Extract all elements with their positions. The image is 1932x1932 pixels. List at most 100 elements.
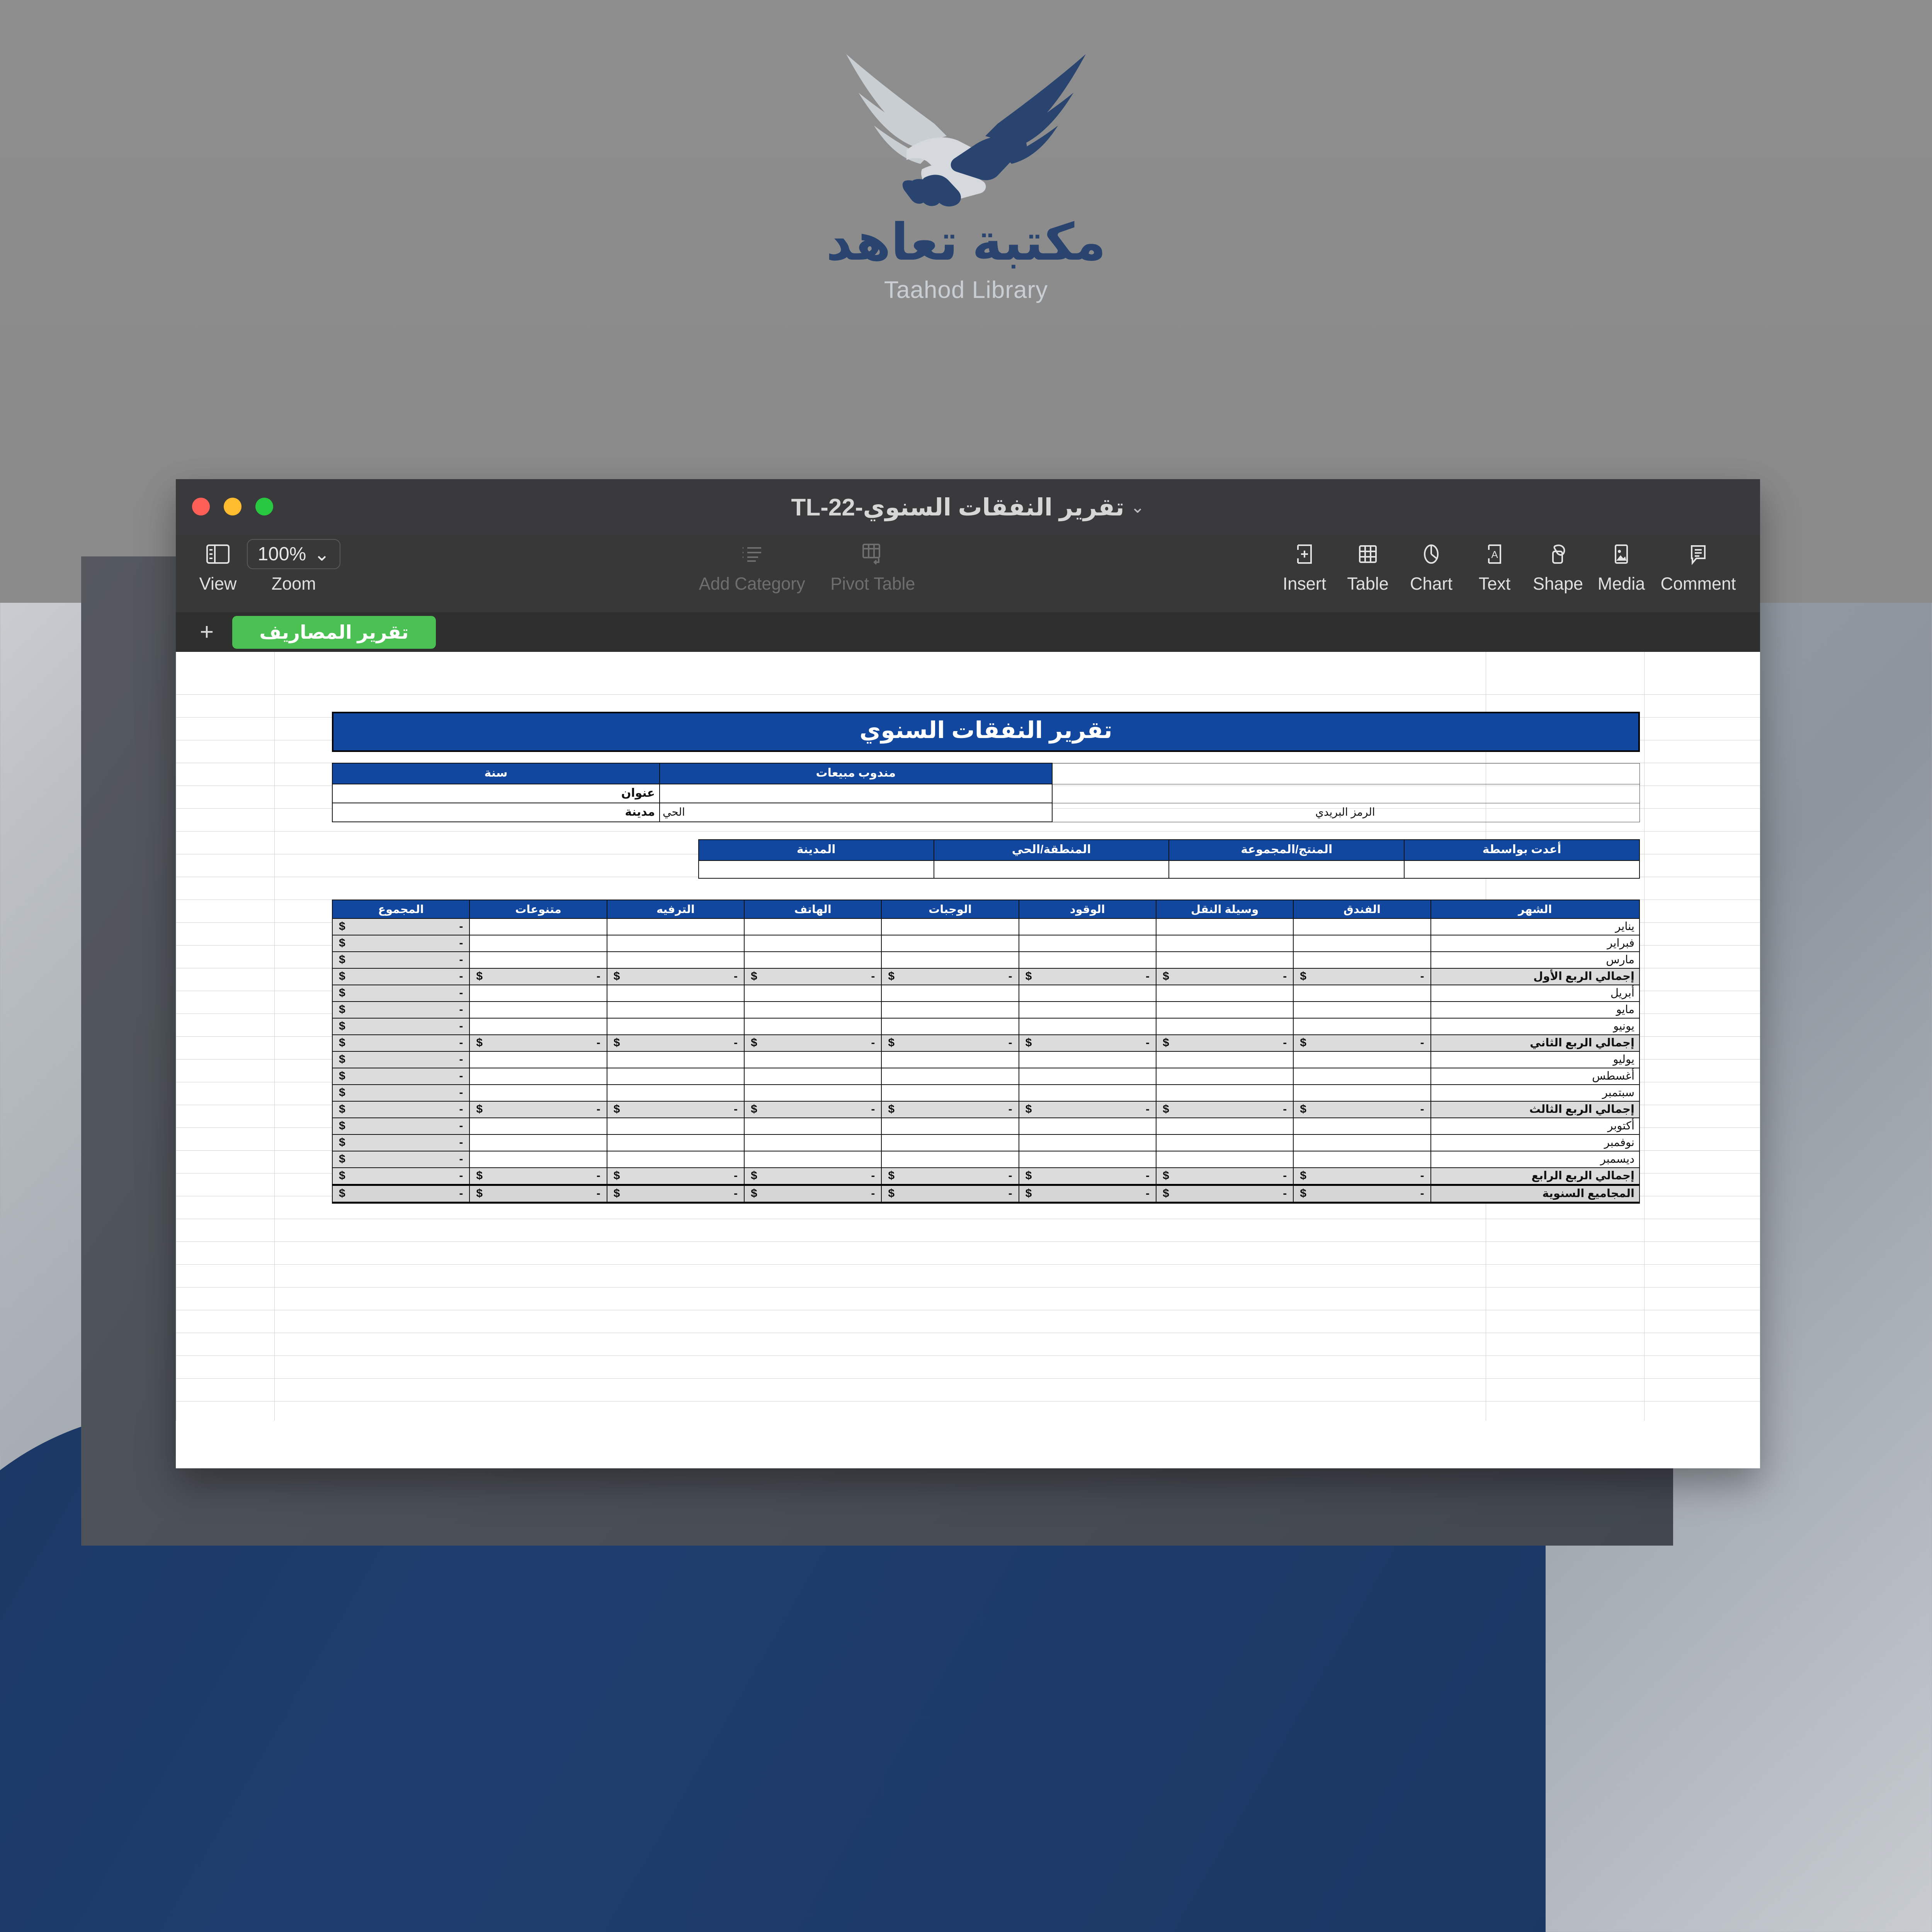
expense-cell[interactable]: $ - <box>1293 1167 1431 1185</box>
table-row[interactable]: فبراير $ - <box>332 935 1640 952</box>
row-total-cell[interactable]: $ - <box>332 985 470 1002</box>
expense-cell[interactable] <box>469 951 607 969</box>
row-label-cell[interactable]: إجمالي الربع الثاني <box>1430 1034 1640 1052</box>
expense-cell[interactable] <box>606 951 745 969</box>
toolbar-text-button[interactable]: A Text <box>1466 535 1524 594</box>
table-row[interactable]: إجمالي الربع الثاني $ - $ - $ - $ - $ - $ - $ - $ - <box>332 1034 1640 1052</box>
expense-cell[interactable] <box>469 1018 607 1035</box>
table-row[interactable] <box>698 860 1640 879</box>
expense-cell[interactable] <box>744 985 882 1002</box>
expense-cell[interactable] <box>1155 1151 1294 1168</box>
expense-cell[interactable] <box>1155 951 1294 969</box>
expense-cell[interactable] <box>469 918 607 935</box>
expense-cell[interactable] <box>881 935 1019 952</box>
expense-cell[interactable]: $ - <box>1293 968 1431 985</box>
row-total-cell[interactable]: $ - <box>332 968 470 985</box>
expense-cell[interactable] <box>606 1051 745 1068</box>
expense-cell[interactable] <box>744 1018 882 1035</box>
expense-cell[interactable] <box>744 1084 882 1102</box>
report-meta-table[interactable]: مندوب مبيعات سنة عنوان الرمز البريدي الح… <box>332 763 1640 822</box>
toolbar-chart-button[interactable]: Chart <box>1402 535 1460 594</box>
expense-cell[interactable] <box>606 1068 745 1085</box>
minimize-button[interactable] <box>224 498 242 515</box>
expense-cell[interactable] <box>1155 1051 1294 1068</box>
row-label-cell[interactable]: يناير <box>1430 918 1640 935</box>
expense-cell[interactable]: $ - <box>744 1034 882 1052</box>
expense-cell[interactable]: $ - <box>469 1167 607 1185</box>
row-total-cell[interactable]: $ - <box>332 1084 470 1102</box>
row-label-cell[interactable]: إجمالي الربع الأول <box>1430 968 1640 985</box>
table-row[interactable]: يونيو $ - <box>332 1018 1640 1035</box>
expense-cell[interactable] <box>881 1051 1019 1068</box>
expense-cell[interactable] <box>744 1151 882 1168</box>
row-total-cell[interactable]: $ - <box>332 1134 470 1151</box>
add-sheet-button[interactable]: + <box>191 620 222 644</box>
expense-cell[interactable] <box>469 1117 607 1135</box>
expense-cell[interactable] <box>1155 1018 1294 1035</box>
toolbar-add-category-button[interactable]: Add Category <box>699 535 805 594</box>
row-label-cell[interactable]: أكتوبر <box>1430 1117 1640 1135</box>
row-total-cell[interactable]: $ - <box>332 1101 470 1118</box>
expense-cell[interactable] <box>1293 1068 1431 1085</box>
expense-cell[interactable] <box>881 1151 1019 1168</box>
expense-cell[interactable] <box>469 1051 607 1068</box>
expense-cell[interactable] <box>1293 1151 1431 1168</box>
expense-cell[interactable]: $ - <box>881 1034 1019 1052</box>
row-label-cell[interactable]: أبريل <box>1430 985 1640 1002</box>
table-row[interactable]: ديسمبر $ - <box>332 1151 1640 1168</box>
meta-address-value[interactable] <box>659 784 1053 803</box>
expense-cell[interactable]: $ - <box>881 1101 1019 1118</box>
expense-cell[interactable] <box>1155 1134 1294 1151</box>
toolbar-view-button[interactable]: View <box>189 535 247 594</box>
meta-postal-code-cell[interactable]: الرمز البريدي <box>1052 803 1640 822</box>
expense-cell[interactable]: $ - <box>1293 1184 1431 1204</box>
expense-cell[interactable] <box>881 1068 1019 1085</box>
table-row[interactable]: المجاميع السنوية $ - $ - $ - $ - $ - $ - $ - $ - <box>332 1184 1640 1204</box>
row-label-cell[interactable]: مايو <box>1430 1001 1640 1019</box>
close-button[interactable] <box>192 498 210 515</box>
expense-cell[interactable] <box>1293 935 1431 952</box>
expense-cell[interactable] <box>1155 985 1294 1002</box>
expense-cell[interactable] <box>744 935 882 952</box>
expense-cell[interactable]: $ - <box>1018 1034 1156 1052</box>
window-controls[interactable] <box>192 498 273 515</box>
expense-cell[interactable] <box>1293 1117 1431 1135</box>
expense-cell[interactable] <box>1155 1117 1294 1135</box>
expense-cell[interactable] <box>1018 985 1156 1002</box>
category-value-city[interactable] <box>698 860 934 879</box>
meta-district-cell[interactable]: الحي <box>659 803 1053 822</box>
maximize-button[interactable] <box>255 498 273 515</box>
expense-cell[interactable] <box>744 1117 882 1135</box>
expense-cell[interactable] <box>744 1001 882 1019</box>
table-row[interactable]: إجمالي الربع الثالث $ - $ - $ - $ - $ - $ - $ - $ - <box>332 1101 1640 1118</box>
expense-cell[interactable] <box>1018 918 1156 935</box>
row-label-cell[interactable]: إجمالي الربع الرابع <box>1430 1167 1640 1185</box>
category-value-product-group[interactable] <box>1168 860 1405 879</box>
expense-cell[interactable]: $ - <box>1293 1101 1431 1118</box>
expense-cell[interactable] <box>1293 1084 1431 1102</box>
expense-cell[interactable]: $ - <box>744 968 882 985</box>
row-total-cell[interactable]: $ - <box>332 951 470 969</box>
expense-cell[interactable] <box>1293 951 1431 969</box>
expense-cell[interactable]: $ - <box>1293 1034 1431 1052</box>
row-total-cell[interactable]: $ - <box>332 1151 470 1168</box>
row-total-cell[interactable]: $ - <box>332 918 470 935</box>
expense-cell[interactable] <box>1018 1018 1156 1035</box>
expense-cell[interactable]: $ - <box>881 968 1019 985</box>
expense-cell[interactable]: $ - <box>744 1167 882 1185</box>
expense-cell[interactable]: $ - <box>1155 1167 1294 1185</box>
table-row[interactable]: إجمالي الربع الأول $ - $ - $ - $ - $ - $ - $ - $ - <box>332 968 1640 985</box>
expense-cell[interactable]: $ - <box>1155 968 1294 985</box>
expense-cell[interactable] <box>744 1068 882 1085</box>
chevron-down-icon[interactable]: ⌄ <box>1131 497 1145 517</box>
category-value-region[interactable] <box>933 860 1170 879</box>
expense-cell[interactable] <box>606 1134 745 1151</box>
toolbar-pivot-table-button[interactable]: Pivot Table <box>828 535 917 594</box>
expense-cell[interactable] <box>1018 1051 1156 1068</box>
expense-cell[interactable] <box>469 1084 607 1102</box>
expense-cell[interactable]: $ - <box>1155 1184 1294 1204</box>
expense-cell[interactable] <box>1018 1068 1156 1085</box>
expense-cell[interactable]: $ - <box>1155 1034 1294 1052</box>
table-row[interactable]: أبريل $ - <box>332 985 1640 1002</box>
row-total-cell[interactable]: $ - <box>332 1051 470 1068</box>
